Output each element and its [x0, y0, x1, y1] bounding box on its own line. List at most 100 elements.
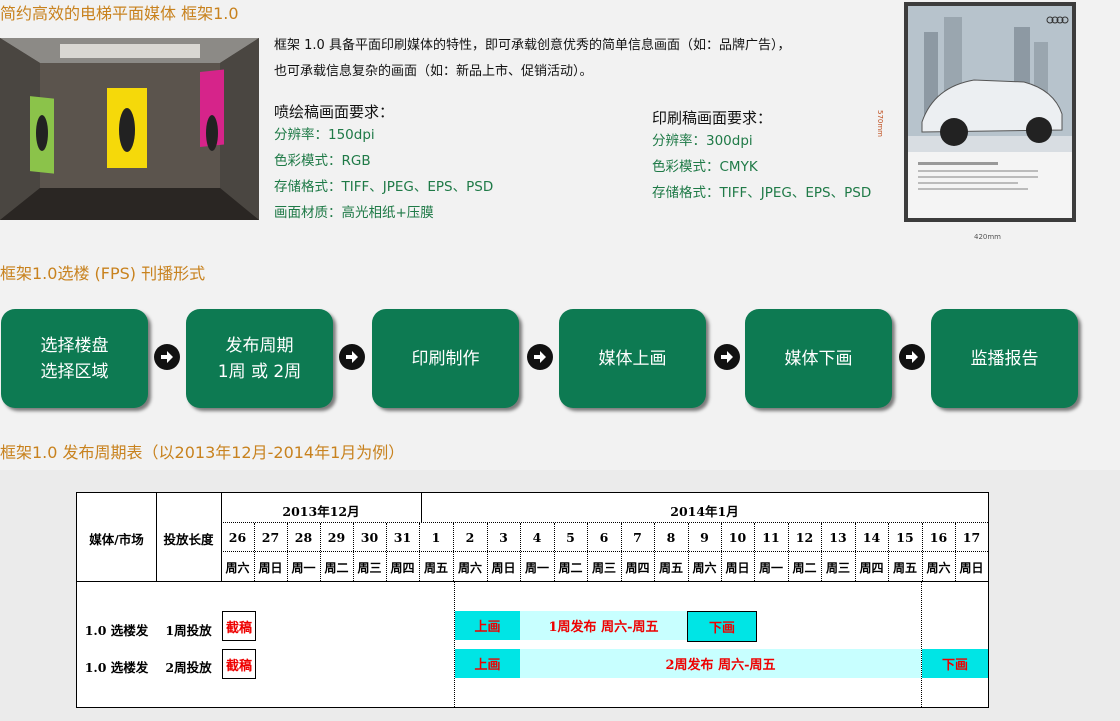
weekday-label: 周六	[692, 561, 717, 575]
intro-text: 框架 1.0 具备平面印刷媒体的特性，即可承载创意优秀的简单信息画面（如：品牌广…	[274, 33, 894, 85]
spray-item: 色彩模式：RGB	[274, 153, 371, 169]
month-jan: 2014年1月	[670, 504, 739, 519]
day-number: 4	[532, 530, 542, 545]
spray-title: 喷绘稿画面要求：	[274, 103, 395, 121]
spray-item: 画面材质：高光相纸+压膜	[274, 205, 434, 221]
table-divider	[721, 523, 722, 581]
step-select-building: 选择楼盘 选择区域	[1, 309, 148, 408]
down-bar: 下画	[687, 611, 757, 642]
step-publish-cycle: 发布周期 1周 或 2周	[186, 309, 333, 408]
step-print-production: 印刷制作	[372, 309, 519, 408]
table-divider	[688, 523, 689, 581]
up-bar: 上画	[455, 649, 520, 678]
day-number: 5	[566, 530, 575, 545]
intro-line-1: 框架 1.0 具备平面印刷媒体的特性，即可承载创意优秀的简单信息画面（如：品牌广…	[274, 38, 791, 53]
table-divider	[487, 523, 488, 581]
day-number: 17	[962, 530, 981, 545]
table-divider	[821, 523, 822, 581]
step-media-down: 媒体下画	[745, 309, 892, 408]
day-number: 26	[228, 530, 247, 545]
publish-bar: 2周发布 周六-周五	[520, 649, 921, 678]
spray-item: 存储格式：TIFF、JPEG、EPS、PSD	[274, 179, 494, 195]
weekday-label: 周日	[959, 561, 984, 575]
step-media-up: 媒体上画	[559, 309, 706, 408]
day-number: 3	[499, 530, 508, 545]
day-number: 30	[360, 530, 379, 545]
day-number: 15	[896, 530, 914, 545]
table-divider	[386, 523, 387, 581]
day-number: 1	[431, 530, 441, 545]
table-divider	[788, 523, 789, 581]
step-label: 媒体下画	[784, 348, 853, 369]
schedule-table: 媒体/市场 投放长度 2013年12月 2014年1月 26 周六 27 周日 28 周一…	[76, 492, 989, 708]
weekday-label: 周一	[758, 561, 783, 575]
weekday-label: 周日	[491, 561, 516, 575]
spray-item: 分辨率：150dpi	[274, 127, 375, 143]
table-divider	[77, 581, 988, 582]
weekday-label: 周二	[324, 561, 349, 575]
print-title: 印刷稿画面要求：	[652, 109, 773, 127]
weekday-label: 周三	[825, 561, 850, 575]
deadline-badge: 截稿	[222, 611, 256, 641]
weekday-label: 周一	[524, 561, 549, 575]
day-number: 2	[465, 530, 475, 545]
day-number: 27	[261, 530, 280, 545]
print-requirements: 印刷稿画面要求： 分辨率：300dpi 色彩模式：CMYK 存储格式：TIFF、…	[652, 107, 871, 206]
day-number: 13	[829, 530, 847, 545]
col-header-length: 投放长度	[163, 532, 214, 547]
row-length: 1周投放	[165, 623, 212, 638]
page-title: 简约高效的电梯平面媒体 框架1.0	[0, 4, 239, 23]
spray-requirements: 喷绘稿画面要求： 分辨率：150dpi 色彩模式：RGB 存储格式：TIFF、J…	[274, 101, 493, 226]
table-divider	[921, 581, 922, 707]
weekday-label: 周日	[725, 561, 750, 575]
schedule-title: 框架1.0 发布周期表（以2013年12月-2014年1月为例）	[0, 443, 405, 462]
arrow-right-icon	[339, 344, 365, 370]
day-number: 9	[700, 530, 709, 545]
day-number: 6	[599, 530, 609, 545]
day-number: 16	[929, 530, 948, 545]
arrow-right-icon	[527, 344, 553, 370]
intro-line-2: 也可承载信息复杂的画面（如：新品上市、促销活动）。	[274, 64, 593, 79]
day-number: 12	[795, 530, 814, 545]
weekday-label: 周五	[423, 561, 448, 575]
weekday-label: 周三	[591, 561, 616, 575]
down-bar: 下画	[922, 649, 988, 678]
weekday-label: 周五	[892, 561, 917, 575]
weekday-label: 周二	[792, 561, 817, 575]
table-divider	[621, 523, 622, 581]
table-divider	[287, 523, 288, 581]
step-label: 发布周期	[225, 335, 294, 356]
col-header-media: 媒体/市场	[89, 532, 144, 547]
weekday-label: 周六	[926, 561, 951, 575]
day-number: 10	[728, 530, 747, 545]
row-length: 2周投放	[165, 660, 212, 675]
step-label: 监播报告	[970, 348, 1039, 369]
table-divider	[955, 523, 956, 581]
day-number: 29	[327, 530, 346, 545]
weekday-label: 周六	[225, 561, 250, 575]
publish-bar: 1周发布 周六-周五	[520, 611, 687, 640]
table-divider	[922, 523, 923, 581]
weekday-label: 周四	[625, 561, 650, 575]
table-divider	[221, 551, 988, 552]
process-title: 框架1.0选楼 (FPS) 刊播形式	[0, 264, 206, 283]
table-divider	[453, 523, 454, 581]
elevator-photo	[0, 38, 259, 220]
step-label: 1周 或 2周	[217, 361, 302, 382]
table-divider	[320, 523, 321, 581]
table-divider	[554, 523, 555, 581]
table-divider	[587, 523, 588, 581]
deadline-badge: 截稿	[222, 649, 256, 679]
arrow-right-icon	[899, 344, 925, 370]
table-divider	[221, 522, 988, 523]
row-media: 1.0 选楼发	[84, 623, 149, 638]
up-bar: 上画	[455, 611, 520, 640]
poster-height-label: 570mm	[876, 110, 884, 137]
table-divider	[654, 523, 655, 581]
print-item: 存储格式：TIFF、JPEG、EPS、PSD	[652, 185, 872, 201]
arrow-right-icon	[714, 344, 740, 370]
step-monitoring-report: 监播报告	[931, 309, 1078, 408]
weekday-label: 周一	[291, 561, 316, 575]
print-item: 分辨率：300dpi	[652, 133, 753, 149]
weekday-label: 周二	[558, 561, 583, 575]
